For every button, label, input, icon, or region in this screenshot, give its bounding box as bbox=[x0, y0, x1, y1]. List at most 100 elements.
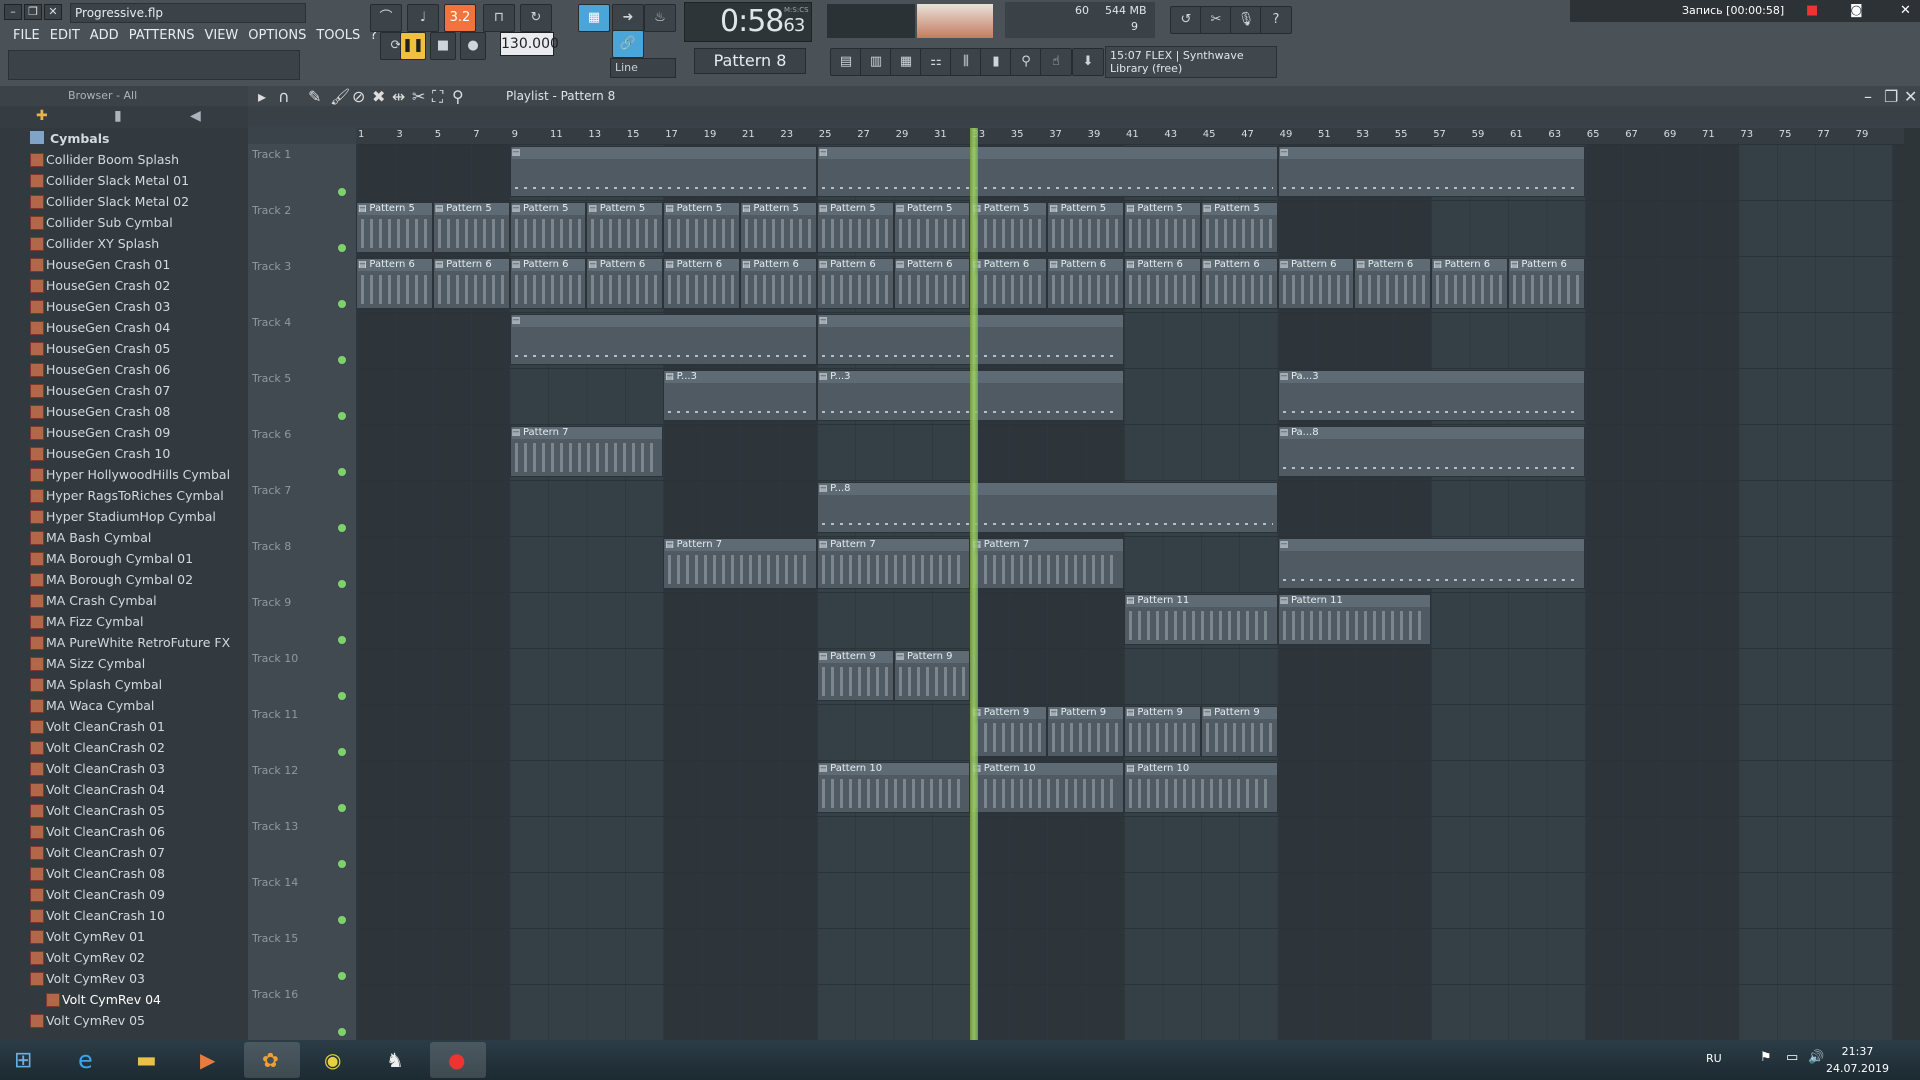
track-mute-led[interactable] bbox=[338, 412, 346, 420]
track-name[interactable]: Track 10 bbox=[252, 652, 298, 665]
track-name[interactable]: Track 14 bbox=[252, 876, 298, 889]
pattern-clip[interactable]: Pattern 9 bbox=[1200, 706, 1278, 757]
pattern-clip[interactable]: Pattern 7 bbox=[816, 538, 971, 589]
explorer-icon[interactable]: ▬ bbox=[120, 1042, 176, 1078]
pattern-clip[interactable]: Pattern 6 bbox=[1354, 258, 1432, 309]
menu-arrow-icon[interactable]: ▸ bbox=[258, 87, 266, 106]
browser-item[interactable]: Volt CleanCrash 09 bbox=[30, 884, 165, 905]
step-edit-icon[interactable]: ➜ bbox=[612, 4, 644, 32]
pattern-clip[interactable]: Pattern 6 bbox=[1508, 258, 1585, 309]
playlist-grid[interactable]: Pattern 5Pattern 5Pattern 5Pattern 5Patt… bbox=[356, 144, 1904, 1040]
browser-item[interactable]: MA Crash Cymbal bbox=[30, 590, 157, 611]
browser-item[interactable]: HouseGen Crash 01 bbox=[30, 254, 170, 275]
track-mute-led[interactable] bbox=[338, 1028, 346, 1036]
menu-file[interactable]: FILE bbox=[8, 27, 45, 45]
track-mute-led[interactable] bbox=[338, 300, 346, 308]
track-name[interactable]: Track 7 bbox=[252, 484, 291, 497]
select-icon[interactable]: ⛶ bbox=[432, 87, 443, 107]
playhead[interactable] bbox=[970, 128, 979, 1040]
language-indicator[interactable]: RU bbox=[1706, 1052, 1722, 1065]
browser-item[interactable]: Collider Sub Cymbal bbox=[30, 212, 173, 233]
pattern-clip[interactable]: P...8 bbox=[816, 482, 1278, 533]
playlist-scrollbar[interactable] bbox=[248, 106, 1920, 126]
track-mute-led[interactable] bbox=[338, 972, 346, 980]
channel-rack-icon[interactable]: ⚏ bbox=[920, 48, 952, 76]
pattern-clip[interactable]: Pattern 6 bbox=[1200, 258, 1278, 309]
track-mute-led[interactable] bbox=[338, 692, 346, 700]
browser-item[interactable]: MA Splash Cymbal bbox=[30, 674, 162, 695]
pattern-clip[interactable]: Pattern 5 bbox=[1200, 202, 1278, 253]
track-mute-led[interactable] bbox=[338, 356, 346, 364]
mic-icon[interactable]: 🎙 bbox=[1230, 6, 1262, 34]
browser-item[interactable]: HouseGen Crash 10 bbox=[30, 443, 170, 464]
browser-item[interactable]: Hyper StadiumHop Cymbal bbox=[30, 506, 216, 527]
play-button[interactable]: ❚❚ bbox=[400, 32, 426, 60]
pattern-clip[interactable]: Pattern 6 bbox=[740, 258, 817, 309]
pattern-clip[interactable]: Pattern 5 bbox=[893, 202, 971, 253]
pattern-clip[interactable] bbox=[1277, 146, 1585, 197]
pattern-clip[interactable]: Pattern 6 bbox=[893, 258, 971, 309]
pattern-clip[interactable]: Pattern 7 bbox=[509, 426, 664, 477]
track-name[interactable]: Track 3 bbox=[252, 260, 291, 273]
restore-icon[interactable]: ❐ bbox=[24, 4, 42, 20]
step-sequencer-icon[interactable]: ▥ bbox=[860, 48, 892, 76]
pattern-clip[interactable]: Pattern 6 bbox=[432, 258, 510, 309]
pattern-clip[interactable]: Pattern 9 bbox=[893, 650, 971, 701]
pencil-icon[interactable]: ✎ bbox=[308, 87, 321, 106]
pattern-clip[interactable]: Pattern 5 bbox=[740, 202, 817, 253]
pattern-clip[interactable]: Pattern 6 bbox=[1047, 258, 1124, 309]
touch-icon[interactable]: ☝ bbox=[1040, 48, 1072, 76]
track-name[interactable]: Track 8 bbox=[252, 540, 291, 553]
pattern-clip[interactable]: Pattern 5 bbox=[1047, 202, 1124, 253]
pattern-clip[interactable]: Pattern 6 bbox=[663, 258, 740, 309]
browser-item[interactable]: Volt CleanCrash 03 bbox=[30, 758, 165, 779]
typing-keyboard-icon[interactable]: ▦ bbox=[578, 4, 610, 32]
pattern-clip[interactable]: Pattern 5 bbox=[816, 202, 894, 253]
browser-item[interactable]: Volt CymRev 04 bbox=[46, 989, 161, 1010]
pattern-clip[interactable]: Pattern 5 bbox=[663, 202, 740, 253]
pattern-clip[interactable]: Pattern 9 bbox=[1124, 706, 1201, 757]
menu-options[interactable]: OPTIONS bbox=[243, 27, 311, 45]
menu-view[interactable]: VIEW bbox=[199, 27, 243, 45]
clock[interactable]: 21:37 24.07.2019 bbox=[1826, 1043, 1889, 1077]
browser-item[interactable]: MA PureWhite RetroFuture FX bbox=[30, 632, 230, 653]
pattern-clip[interactable]: Pa...3 bbox=[1277, 370, 1585, 421]
browser-item[interactable]: HouseGen Crash 08 bbox=[30, 401, 170, 422]
browser-item[interactable]: Volt CleanCrash 07 bbox=[30, 842, 165, 863]
piano-roll-icon[interactable]: ▦ bbox=[890, 48, 922, 76]
pattern-clip[interactable]: Pattern 6 bbox=[1431, 258, 1508, 309]
browser-item[interactable]: Volt CleanCrash 05 bbox=[30, 800, 165, 821]
timeline-ruler[interactable]: 1 3 5 7 9 11 13 15 17 19 21 23 25 27 29 31 33 35 37 39 41 43 4… bbox=[356, 128, 1904, 144]
browser-item[interactable]: MA Borough Cymbal 01 bbox=[30, 548, 193, 569]
magnet-icon[interactable]: ∩ bbox=[278, 87, 290, 106]
pattern-clip[interactable]: Pattern 11 bbox=[1277, 594, 1432, 645]
paint-icon[interactable]: 🖌 bbox=[330, 87, 350, 106]
pattern-clip[interactable]: Pattern 5 bbox=[586, 202, 664, 253]
pattern-clip[interactable]: Pattern 6 bbox=[816, 258, 894, 309]
track-mute-led[interactable] bbox=[338, 804, 346, 812]
menu-patterns[interactable]: PATTERNS bbox=[124, 27, 200, 45]
chrome-icon[interactable]: ◉ bbox=[306, 1042, 362, 1078]
browser-item[interactable]: Volt CleanCrash 04 bbox=[30, 779, 165, 800]
track-name[interactable]: Track 1 bbox=[252, 148, 291, 161]
fox-icon[interactable]: ♞ bbox=[368, 1042, 424, 1078]
record-button[interactable]: ● bbox=[460, 32, 486, 60]
fl-studio-icon[interactable]: ✿ bbox=[244, 1042, 300, 1078]
minimize-playlist-icon[interactable]: – bbox=[1864, 87, 1872, 106]
browser-item[interactable]: Collider Slack Metal 02 bbox=[30, 191, 189, 212]
vertical-scrollbar[interactable] bbox=[1904, 128, 1920, 1040]
network-icon[interactable]: ▭ bbox=[1786, 1050, 1798, 1065]
browser-item[interactable]: MA Waca Cymbal bbox=[30, 695, 154, 716]
browser-item[interactable]: HouseGen Crash 07 bbox=[30, 380, 170, 401]
undo-icon[interactable]: ↺ bbox=[1170, 6, 1202, 34]
pattern-clip[interactable]: Pattern 5 bbox=[432, 202, 510, 253]
track-name[interactable]: Track 2 bbox=[252, 204, 291, 217]
pattern-clip[interactable]: Pattern 6 bbox=[586, 258, 664, 309]
pattern-clip[interactable]: Pattern 10 bbox=[1124, 762, 1278, 813]
pattern-clip[interactable] bbox=[1277, 538, 1585, 589]
pattern-clip[interactable]: Pattern 7 bbox=[663, 538, 817, 589]
minimize-icon[interactable]: – bbox=[4, 4, 22, 20]
track-name[interactable]: Track 6 bbox=[252, 428, 291, 441]
menu-add[interactable]: ADD bbox=[85, 27, 124, 45]
tempo-field[interactable]: 130.000 bbox=[500, 32, 559, 56]
